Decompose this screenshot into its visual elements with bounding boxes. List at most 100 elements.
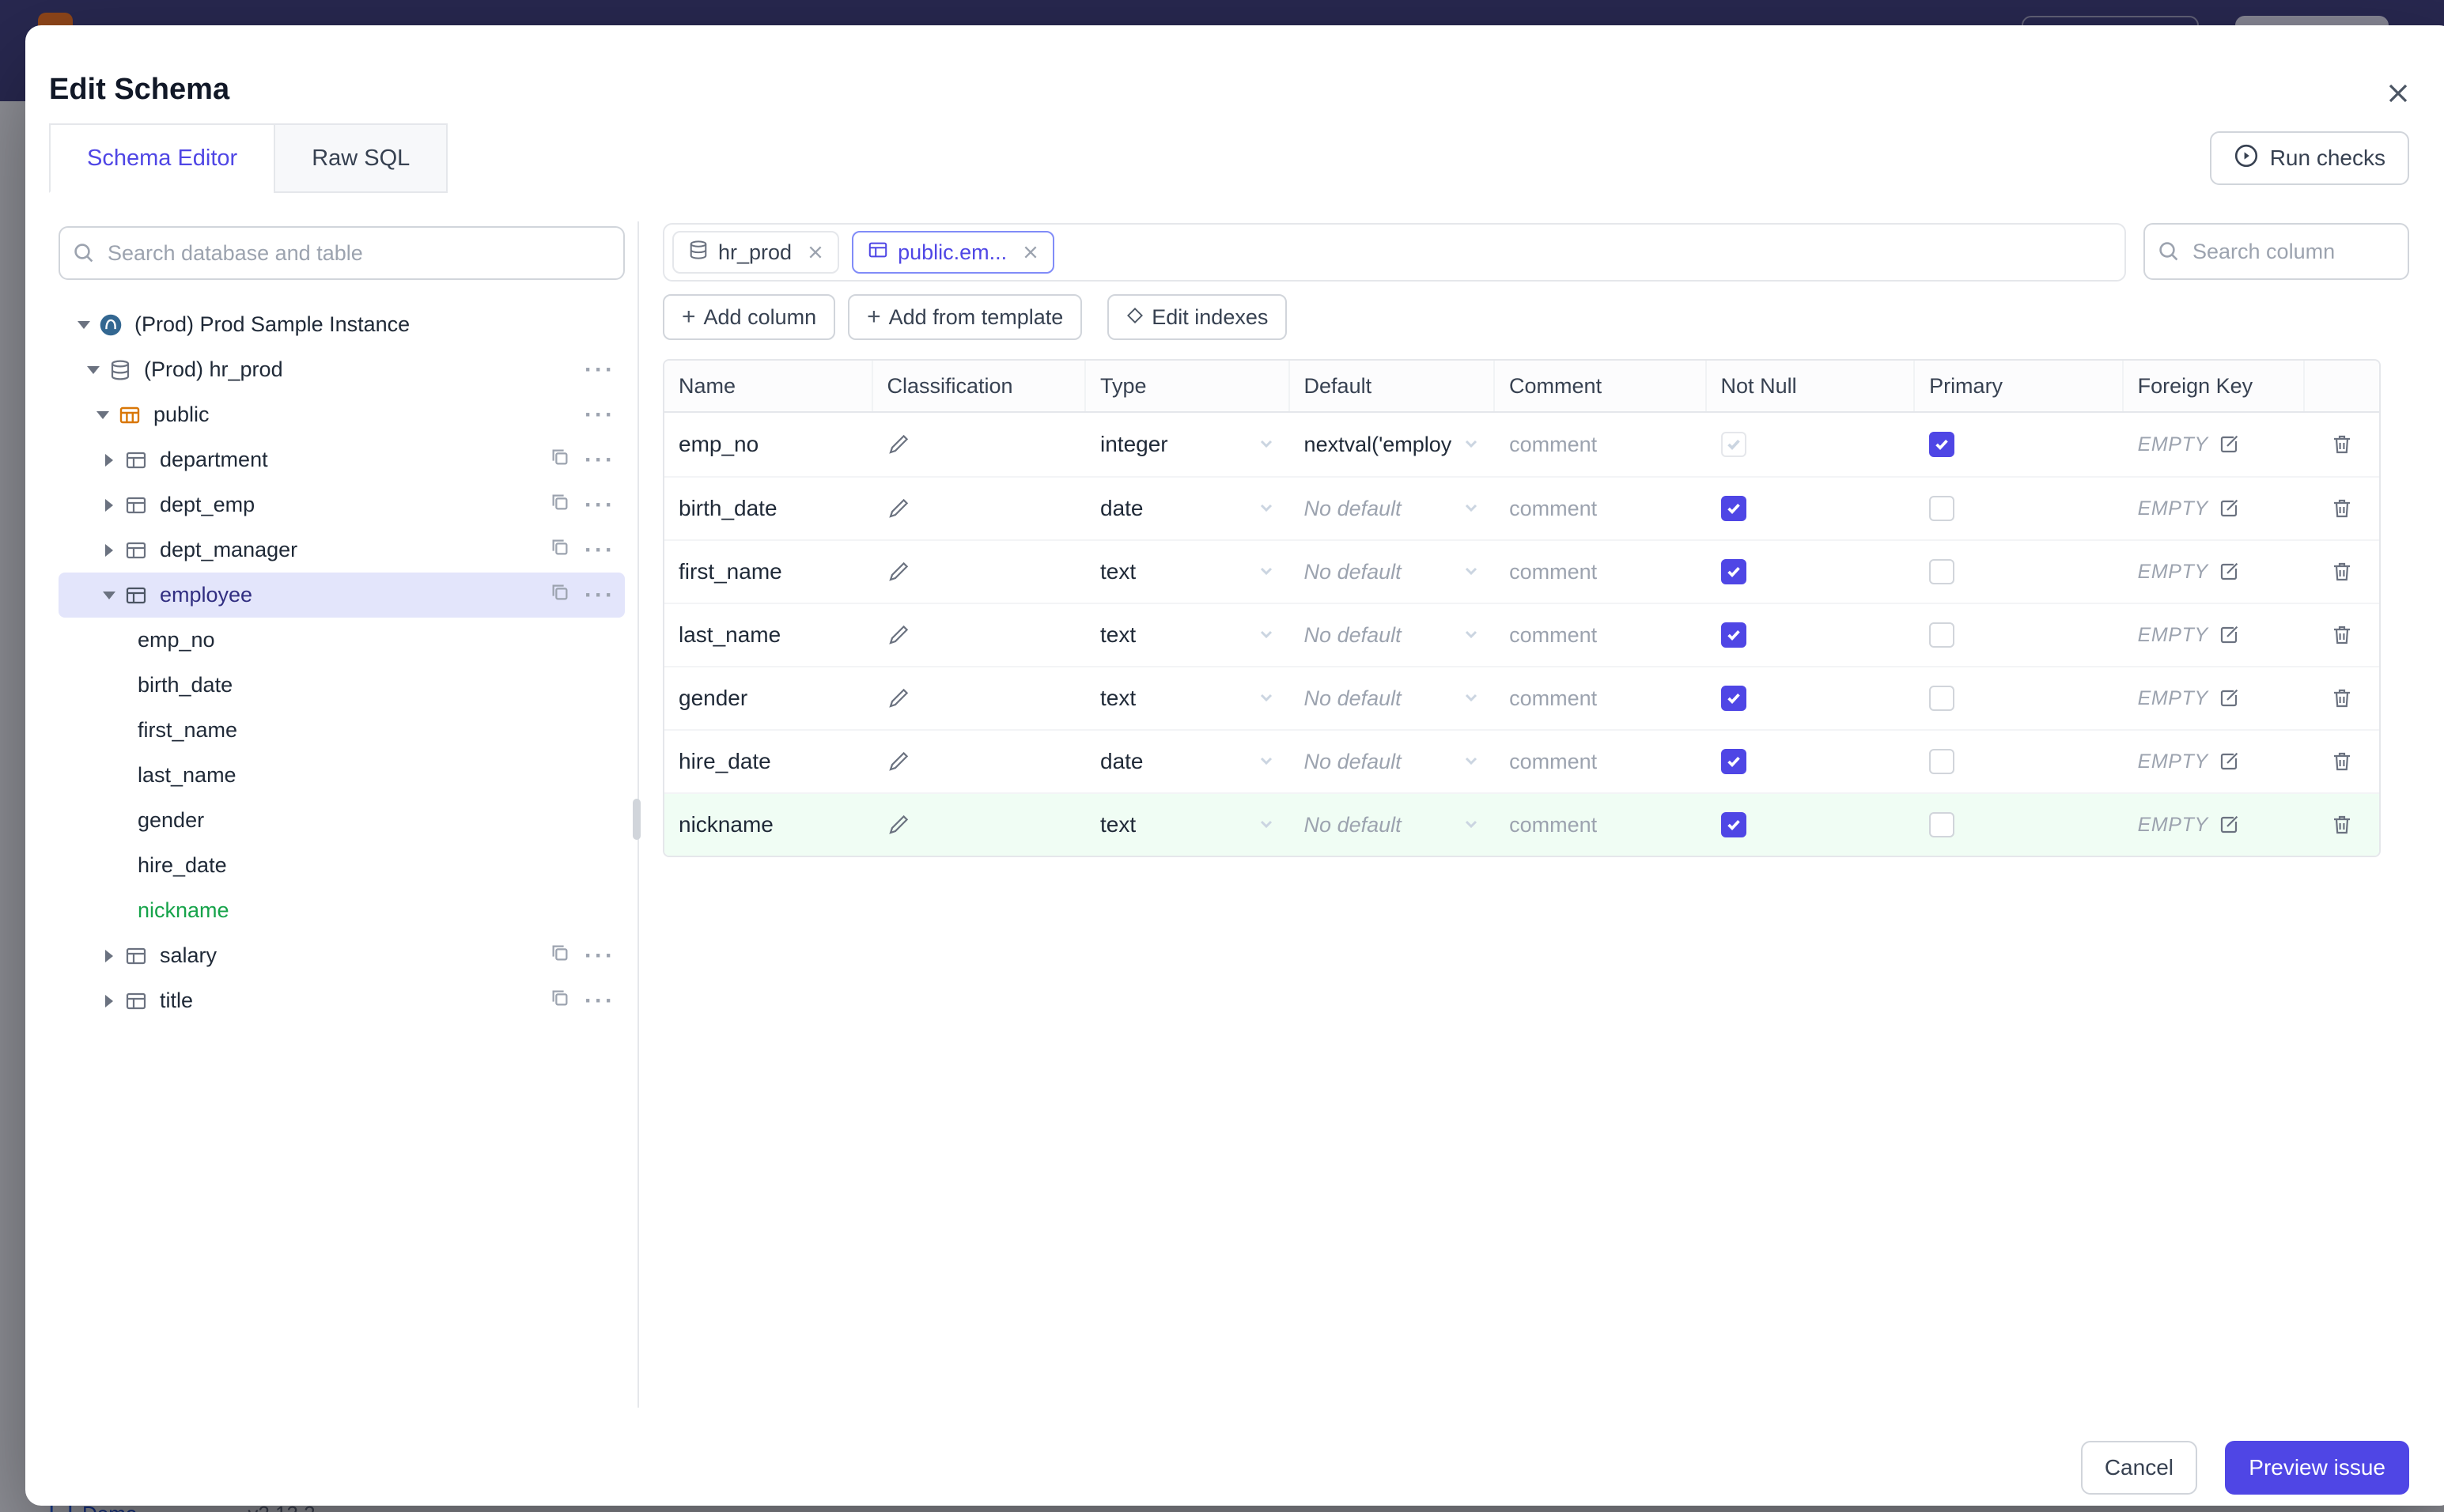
column-name-cell[interactable]: gender <box>679 686 747 711</box>
column-search-input[interactable] <box>2143 223 2409 280</box>
preview-issue-button[interactable]: Preview issue <box>2225 1441 2409 1495</box>
primary-checkbox[interactable] <box>1929 812 1955 837</box>
tab-chip-public-employee[interactable]: public.em... <box>852 231 1055 274</box>
type-select[interactable]: text <box>1086 794 1290 856</box>
close-icon[interactable] <box>808 244 823 260</box>
comment-input[interactable] <box>1509 622 1687 648</box>
run-checks-button[interactable]: Run checks <box>2209 131 2409 185</box>
tab-schema-editor[interactable]: Schema Editor <box>49 123 276 193</box>
default-select[interactable]: No default <box>1290 604 1496 666</box>
caret-down-icon[interactable] <box>74 321 93 329</box>
default-select[interactable]: No default <box>1290 478 1496 539</box>
copy-icon[interactable] <box>550 988 570 1014</box>
edit-foreign-key-button[interactable] <box>2218 497 2240 520</box>
tree-item-table-dept-manager[interactable]: dept_manager <box>59 527 625 573</box>
more-menu-icon[interactable] <box>585 588 615 603</box>
edit-classification-button[interactable] <box>887 814 910 836</box>
edit-foreign-key-button[interactable] <box>2218 433 2240 455</box>
tree-item-column-emp-no[interactable]: emp_no <box>59 618 625 663</box>
comment-input[interactable] <box>1509 749 1687 774</box>
edit-classification-button[interactable] <box>887 624 910 646</box>
comment-input[interactable] <box>1509 686 1687 711</box>
edit-foreign-key-button[interactable] <box>2218 750 2240 773</box>
not-null-checkbox[interactable] <box>1720 812 1746 837</box>
comment-input[interactable] <box>1509 559 1687 584</box>
scrollbar-thumb[interactable] <box>633 799 641 840</box>
tab-raw-sql[interactable]: Raw SQL <box>274 123 448 193</box>
default-select[interactable]: No default <box>1290 794 1496 856</box>
add-from-template-button[interactable]: + Add from template <box>848 294 1083 340</box>
caret-right-icon[interactable] <box>100 950 119 962</box>
caret-right-icon[interactable] <box>100 454 119 467</box>
caret-down-icon[interactable] <box>93 411 112 419</box>
edit-classification-button[interactable] <box>887 497 910 520</box>
more-menu-icon[interactable] <box>585 542 615 558</box>
tree-item-instance[interactable]: (Prod) Prod Sample Instance <box>59 302 625 347</box>
add-column-button[interactable]: + Add column <box>663 294 836 340</box>
copy-icon[interactable] <box>550 582 570 608</box>
tree-item-database-hr-prod[interactable]: (Prod) hr_prod <box>59 347 625 392</box>
tree-item-table-employee[interactable]: employee <box>59 573 625 618</box>
edit-classification-button[interactable] <box>887 687 910 709</box>
tree-item-column-first-name[interactable]: first_name <box>59 708 625 753</box>
type-select[interactable]: date <box>1086 731 1290 792</box>
tree-item-table-department[interactable]: department <box>59 437 625 482</box>
comment-input[interactable] <box>1509 432 1687 457</box>
delete-column-button[interactable] <box>2331 814 2353 836</box>
delete-column-button[interactable] <box>2331 561 2353 583</box>
copy-icon[interactable] <box>550 492 570 518</box>
type-select[interactable]: date <box>1086 478 1290 539</box>
default-select[interactable]: No default <box>1290 731 1496 792</box>
edit-indexes-button[interactable]: Edit indexes <box>1107 294 1288 340</box>
tree-item-column-hire-date[interactable]: hire_date <box>59 843 625 888</box>
column-name-cell[interactable]: nickname <box>679 812 774 837</box>
database-search-input[interactable] <box>59 226 625 280</box>
primary-checkbox[interactable] <box>1929 559 1955 584</box>
type-select[interactable]: text <box>1086 604 1290 666</box>
edit-classification-button[interactable] <box>887 433 910 455</box>
edit-classification-button[interactable] <box>887 561 910 583</box>
not-null-checkbox[interactable] <box>1720 686 1746 711</box>
caret-down-icon[interactable] <box>100 592 119 599</box>
tree-item-table-salary[interactable]: salary <box>59 933 625 978</box>
type-select[interactable]: text <box>1086 667 1290 729</box>
delete-column-button[interactable] <box>2331 497 2353 520</box>
close-icon[interactable] <box>1023 244 1039 260</box>
column-name-cell[interactable]: last_name <box>679 622 781 648</box>
caret-right-icon[interactable] <box>100 544 119 557</box>
tree-item-table-title[interactable]: title <box>59 978 625 1023</box>
primary-checkbox[interactable] <box>1929 432 1955 457</box>
tree-item-column-gender[interactable]: gender <box>59 798 625 843</box>
primary-checkbox[interactable] <box>1929 749 1955 774</box>
tree-item-column-last-name[interactable]: last_name <box>59 753 625 798</box>
tree-item-table-dept-emp[interactable]: dept_emp <box>59 482 625 527</box>
column-name-cell[interactable]: hire_date <box>679 749 771 774</box>
cancel-button[interactable]: Cancel <box>2080 1441 2197 1495</box>
primary-checkbox[interactable] <box>1929 686 1955 711</box>
copy-icon[interactable] <box>550 447 570 473</box>
caret-right-icon[interactable] <box>100 995 119 1007</box>
more-menu-icon[interactable] <box>585 948 615 964</box>
tree-item-column-birth-date[interactable]: birth_date <box>59 663 625 708</box>
primary-checkbox[interactable] <box>1929 496 1955 521</box>
caret-right-icon[interactable] <box>100 499 119 512</box>
copy-icon[interactable] <box>550 943 570 969</box>
tab-chip-hr-prod[interactable]: hr_prod <box>672 231 840 274</box>
type-select[interactable]: integer <box>1086 413 1290 476</box>
primary-checkbox[interactable] <box>1929 622 1955 648</box>
more-menu-icon[interactable] <box>585 452 615 468</box>
delete-column-button[interactable] <box>2331 433 2353 455</box>
default-select[interactable]: No default <box>1290 667 1496 729</box>
edit-foreign-key-button[interactable] <box>2218 814 2240 836</box>
default-select[interactable]: nextval('employ <box>1290 413 1496 476</box>
more-menu-icon[interactable] <box>585 407 615 423</box>
default-select[interactable]: No default <box>1290 541 1496 603</box>
copy-icon[interactable] <box>550 537 570 563</box>
column-name-cell[interactable]: first_name <box>679 559 782 584</box>
not-null-checkbox[interactable] <box>1720 559 1746 584</box>
edit-foreign-key-button[interactable] <box>2218 561 2240 583</box>
not-null-checkbox[interactable] <box>1720 432 1746 457</box>
not-null-checkbox[interactable] <box>1720 622 1746 648</box>
tree-item-schema-public[interactable]: public <box>59 392 625 437</box>
tree-item-column-nickname[interactable]: nickname <box>59 888 625 933</box>
